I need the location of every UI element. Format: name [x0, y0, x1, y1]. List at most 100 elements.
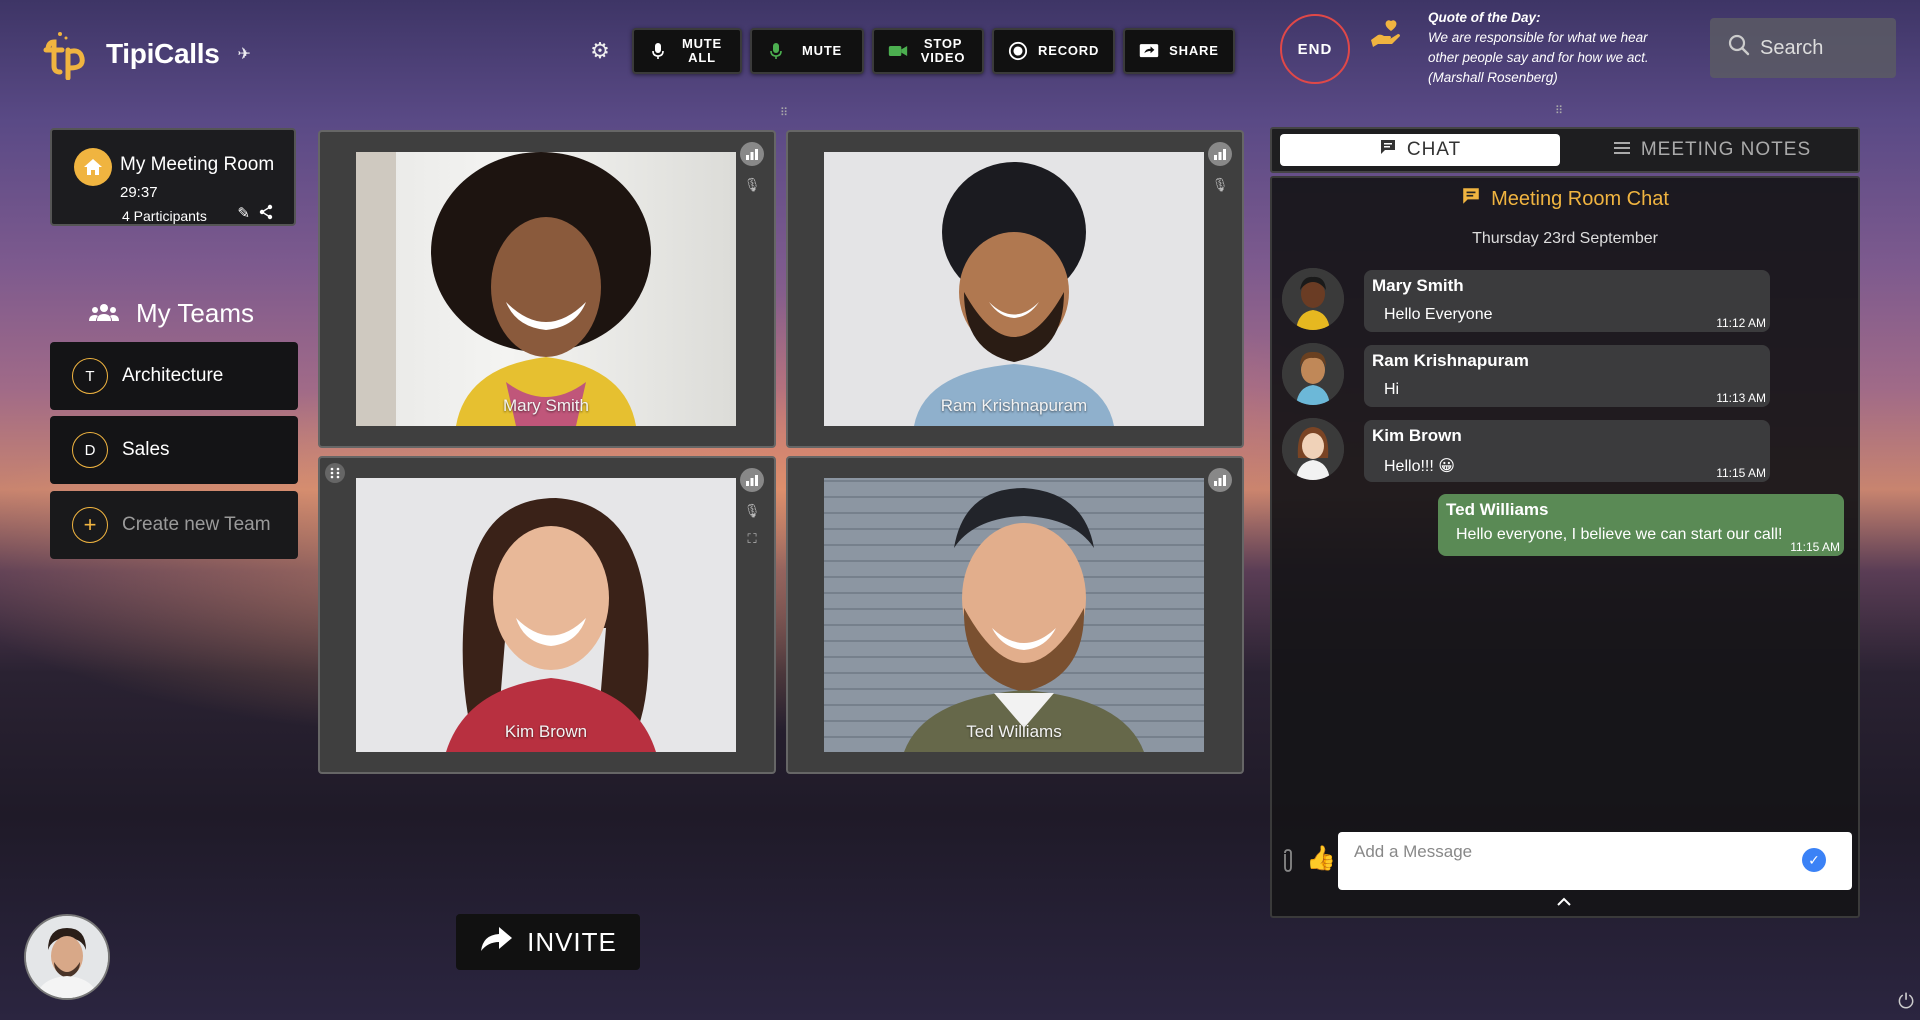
- team-label: Architecture: [122, 365, 224, 386]
- message-text: Hello Everyone: [1384, 306, 1493, 323]
- microphone-icon[interactable]: 🎙: [743, 502, 761, 520]
- call-toolbar: ⚙ MUTE ALL MUTE STOP VIDEO RECORD SHARE: [588, 28, 1235, 74]
- app-name: TipiCalls: [106, 38, 220, 69]
- my-teams-label: My Teams: [136, 298, 254, 328]
- edit-pencil-icon[interactable]: ✎: [237, 204, 250, 224]
- meeting-room-card[interactable]: My Meeting Room 29:37 4 Participants ✎: [50, 128, 296, 226]
- my-teams-heading: My Teams: [88, 298, 254, 329]
- chat-title: Meeting Room Chat: [1272, 186, 1858, 212]
- signal-bars-icon: [740, 142, 764, 166]
- avatar: [1282, 343, 1344, 405]
- share-screen-icon: [1139, 41, 1159, 61]
- participant-name: Mary Smith: [503, 396, 589, 415]
- room-participants-count: 4 Participants: [122, 208, 207, 224]
- record-button[interactable]: RECORD: [992, 28, 1116, 74]
- share-icon[interactable]: [258, 204, 274, 224]
- send-check-icon[interactable]: ✓: [1802, 848, 1826, 872]
- signal-bars-icon: [1208, 142, 1232, 166]
- quote-of-the-day: Quote of the Day: We are responsible for…: [1428, 8, 1668, 88]
- team-badge: D: [72, 432, 108, 468]
- chat-date: Thursday 23rd September: [1472, 230, 1658, 247]
- message-text: Hi: [1384, 381, 1400, 398]
- video-tile-ted-williams[interactable]: Ted Williams: [786, 456, 1244, 774]
- microphone-icon: [648, 41, 668, 61]
- participant-video: Kim Brown: [356, 478, 736, 752]
- mute-all-label: MUTE ALL: [681, 36, 723, 65]
- create-team-label: Create new Team: [122, 514, 271, 535]
- chat-bubble-icon: [1461, 186, 1481, 212]
- message-text: Hello everyone, I believe we can start o…: [1456, 526, 1783, 543]
- hand-heart-icon: [1368, 18, 1402, 52]
- panel-drag-handle-icon[interactable]: ⠿: [1555, 104, 1564, 117]
- invite-button[interactable]: INVITE: [456, 914, 640, 970]
- chat-message: Mary Smith Hello Everyone 11:12 AM: [1364, 270, 1770, 332]
- chat-tabs: CHAT MEETING NOTES: [1270, 127, 1860, 173]
- message-author: Ted Williams: [1446, 500, 1549, 519]
- participant-name: Ram Krishnapuram: [940, 396, 1088, 415]
- team-item-sales[interactable]: D Sales: [50, 416, 298, 484]
- logo-plane-icon: ✈: [237, 46, 251, 63]
- create-new-team-button[interactable]: + Create new Team: [50, 491, 298, 559]
- message-author: Mary Smith: [1372, 276, 1464, 295]
- message-time: 11:13 AM: [1716, 391, 1766, 405]
- tab-notes-label: MEETING NOTES: [1640, 139, 1812, 160]
- chevron-up-icon[interactable]: [1556, 894, 1572, 912]
- paperclip-icon[interactable]: [1280, 848, 1296, 880]
- people-group-icon: [88, 298, 120, 329]
- signal-bars-icon: [740, 468, 764, 492]
- power-icon[interactable]: ⏻: [1898, 991, 1914, 1014]
- share-label: SHARE: [1169, 43, 1219, 58]
- search-placeholder: Search: [1760, 36, 1824, 59]
- settings-gear-icon[interactable]: ⚙: [588, 38, 612, 63]
- search-box[interactable]: Search: [1710, 18, 1896, 78]
- grid-drag-handle-icon[interactable]: ⠿: [780, 106, 789, 119]
- tipicalls-logo-icon: [40, 28, 92, 81]
- home-icon: [74, 148, 112, 186]
- participant-video: Mary Smith: [356, 152, 736, 426]
- video-tile-kim-brown[interactable]: Kim Brown 🎙 ⛶: [318, 456, 776, 774]
- participant-name: Kim Brown: [504, 722, 588, 741]
- tab-chat[interactable]: CHAT: [1280, 134, 1560, 166]
- message-author: Kim Brown: [1372, 426, 1462, 445]
- message-time: 11:12 AM: [1716, 316, 1766, 330]
- message-text: Hello!!! 😀: [1384, 458, 1455, 475]
- chat-bubble-icon: [1379, 138, 1397, 162]
- search-icon: [1728, 34, 1750, 62]
- tab-meeting-notes[interactable]: MEETING NOTES: [1572, 134, 1852, 166]
- microphone-icon[interactable]: 🎙: [1211, 176, 1229, 194]
- participant-name: Ted Williams: [966, 722, 1062, 741]
- list-lines-icon: [1613, 139, 1631, 161]
- room-actions: ✎: [237, 204, 274, 224]
- fullscreen-icon[interactable]: ⛶: [743, 530, 761, 548]
- message-time: 11:15 AM: [1790, 540, 1840, 554]
- drag-handle-icon[interactable]: [324, 462, 346, 489]
- team-label: Sales: [122, 439, 170, 460]
- end-call-button[interactable]: END: [1280, 14, 1350, 84]
- video-tile-ram-krishnapuram[interactable]: Ram Krishnapuram 🎙: [786, 130, 1244, 448]
- participant-video: Ram Krishnapuram: [824, 152, 1204, 426]
- chat-message-own: Ted Williams Hello everyone, I believe w…: [1438, 494, 1844, 556]
- mute-all-button[interactable]: MUTE ALL: [632, 28, 742, 74]
- mute-button[interactable]: MUTE: [750, 28, 865, 74]
- stop-video-button[interactable]: STOP VIDEO: [872, 28, 985, 74]
- microphone-icon[interactable]: 🎙: [743, 176, 761, 194]
- record-icon: [1008, 41, 1028, 61]
- plus-icon: +: [72, 507, 108, 543]
- room-timer: 29:37: [120, 184, 158, 201]
- avatar: [1282, 268, 1344, 330]
- tab-chat-label: CHAT: [1406, 139, 1462, 160]
- video-tile-mary-smith[interactable]: Mary Smith 🎙: [318, 130, 776, 448]
- message-placeholder: Add a Message: [1354, 842, 1473, 861]
- thumbs-up-icon[interactable]: 👍: [1306, 844, 1336, 873]
- share-button[interactable]: SHARE: [1123, 28, 1235, 74]
- user-avatar[interactable]: [24, 914, 110, 1000]
- chat-message: Kim Brown Hello!!! 😀 11:15 AM: [1364, 420, 1770, 482]
- team-item-architecture[interactable]: T Architecture: [50, 342, 298, 410]
- chat-title-label: Meeting Room Chat: [1491, 187, 1669, 210]
- chat-panel: Meeting Room Chat Thursday 23rd Septembe…: [1270, 176, 1860, 918]
- record-label: RECORD: [1038, 43, 1100, 58]
- app-logo: TipiCalls ✈: [40, 28, 251, 81]
- share-arrow-icon: [479, 925, 513, 960]
- message-input[interactable]: Add a Message ✓: [1338, 832, 1852, 890]
- video-camera-icon: [888, 41, 908, 61]
